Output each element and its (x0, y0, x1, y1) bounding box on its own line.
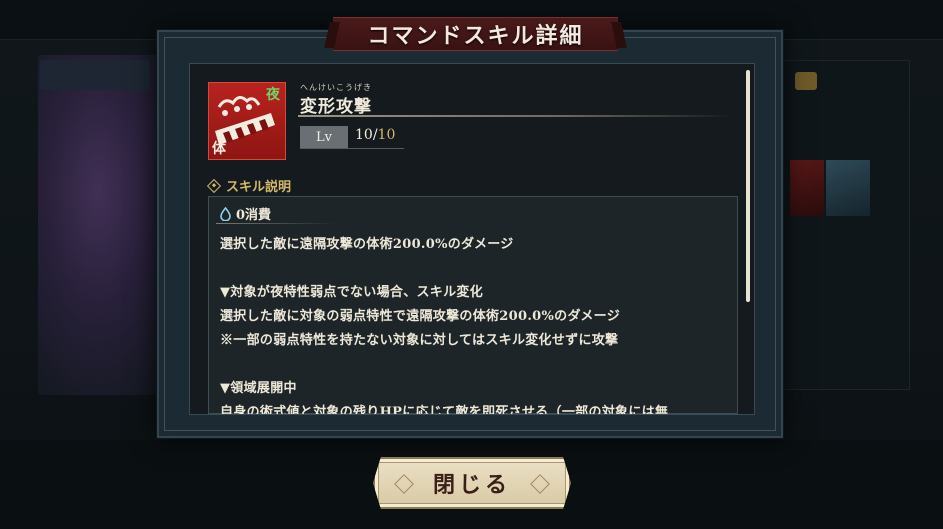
section-label: スキル説明 (226, 180, 292, 195)
background-card (790, 160, 824, 216)
divider (216, 223, 336, 224)
level-max: 10 (377, 127, 396, 143)
level-label-box: Lv (300, 126, 348, 148)
level-current: 10 (355, 127, 373, 143)
body-attribute-tag: 体 (212, 141, 226, 157)
description-line: ▼対象が夜特性弱点でない場合、スキル変化 (220, 285, 483, 300)
divider (300, 148, 404, 149)
description-line: 選択した敵に対象の弱点特性で遠隔攻撃の体術200.0%のダメージ (220, 309, 621, 324)
description-line: 選択した敵に遠隔攻撃の体術200.0%のダメージ (220, 237, 514, 252)
dialog-title-banner: コマンドスキル詳細 (333, 17, 618, 51)
water-drop-icon (220, 206, 231, 221)
cost-text: 0消費 (236, 208, 272, 223)
close-button-label: 閉じる (432, 472, 511, 498)
cost-row: 0消費 (220, 204, 271, 223)
description-clip: 自身の術式値と対象の残りHPに応じて敵を即死させる（一部の対象には無 (208, 396, 738, 414)
background-badge (795, 72, 817, 90)
dialog-title: コマンドスキル詳細 (367, 23, 584, 49)
section-header: スキル説明 (206, 176, 292, 195)
level-value: 10/10 (355, 127, 395, 143)
description-line: ▼領域展開中 (220, 381, 297, 396)
description-line: ※一部の弱点特性を持たない対象に対してはスキル変化せずに攻撃 (220, 333, 619, 348)
skill-name: 変形攻撃 (300, 97, 372, 117)
scrollbar[interactable] (746, 70, 750, 302)
description-line: 自身の術式値と対象の残りHPに応じて敵を即死させる（一部の対象には無 (220, 405, 669, 414)
ornament-icon (394, 474, 414, 494)
ornament-icon (530, 474, 550, 494)
level-label: Lv (316, 129, 332, 145)
divider (298, 115, 734, 117)
background-card (826, 160, 870, 216)
close-button[interactable]: 閉じる (373, 457, 571, 509)
diamond-icon (206, 178, 222, 193)
night-attribute-tag: 夜 (266, 87, 280, 103)
background-header-panel (40, 60, 150, 90)
